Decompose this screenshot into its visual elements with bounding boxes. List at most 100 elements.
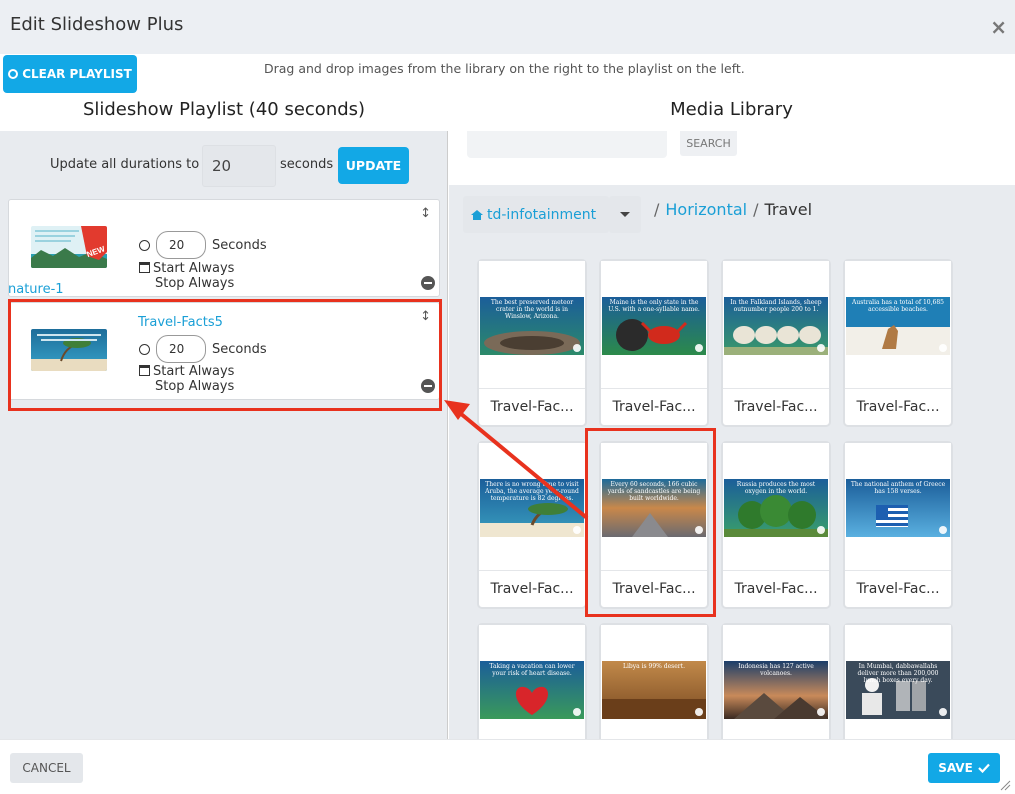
media-card[interactable]: The best preserved meteor crater in the … bbox=[477, 259, 587, 427]
search-input[interactable] bbox=[467, 131, 667, 158]
card-caption: Russia produces the most oxygen in the w… bbox=[736, 481, 816, 495]
clear-playlist-label: CLEAR PLAYLIST bbox=[22, 67, 132, 81]
schedule-text: Start Always Stop Always bbox=[139, 261, 234, 291]
library-heading: Media Library bbox=[670, 99, 793, 120]
clear-playlist-button[interactable]: CLEAR PLAYLIST bbox=[3, 55, 137, 93]
breadcrumb-separator: / bbox=[654, 200, 660, 219]
media-card[interactable]: Maine is the only state in the U.S. with… bbox=[599, 259, 709, 427]
start-label[interactable]: Start Always bbox=[153, 261, 234, 276]
media-card[interactable]: In the Falkland Islands, sheep outnumber… bbox=[721, 259, 831, 427]
media-thumbnail: There is no wrong time to visit Aruba, t… bbox=[480, 479, 584, 537]
breadcrumb-separator: / bbox=[753, 200, 759, 219]
dialog-footer: CANCEL SAVE bbox=[0, 739, 1015, 794]
stop-label[interactable]: Stop Always bbox=[155, 276, 234, 291]
seconds-label: seconds bbox=[280, 157, 334, 172]
media-card[interactable]: There is no wrong time to visit Aruba, t… bbox=[477, 441, 587, 609]
highlight-box-playlist-item bbox=[8, 299, 442, 411]
calendar-icon bbox=[139, 262, 150, 273]
drag-handle-icon[interactable]: ↕ bbox=[420, 206, 431, 221]
media-card[interactable]: Russia produces the most oxygen in the w… bbox=[721, 441, 831, 609]
duration-row: 20 Seconds bbox=[139, 231, 267, 259]
save-label: SAVE bbox=[938, 761, 973, 775]
card-caption: Indonesia has 127 active volcanoes. bbox=[738, 663, 814, 677]
playlist-heading: Slideshow Playlist (40 seconds) bbox=[82, 99, 366, 120]
home-icon bbox=[471, 209, 483, 220]
media-thumbnail: Taking a vacation can lower your risk of… bbox=[480, 661, 584, 719]
media-thumbnail: In the Falkland Islands, sheep outnumber… bbox=[724, 297, 828, 355]
brand-logo-icon bbox=[695, 708, 703, 716]
media-thumbnail: Libya is 99% desert. bbox=[602, 661, 706, 719]
library-grid-area: The best preserved meteor crater in the … bbox=[449, 251, 1015, 739]
media-thumbnail: In Mumbai, dabbawallahs deliver more tha… bbox=[846, 661, 950, 719]
folder-name: td-infotainment bbox=[487, 206, 597, 223]
card-caption: In Mumbai, dabbawallahs deliver more tha… bbox=[857, 663, 939, 684]
media-card[interactable]: Libya is 99% desert. bbox=[599, 623, 709, 739]
card-label: Travel-Fac... bbox=[856, 581, 940, 597]
card-caption: Australia has a total of 10,685 accessib… bbox=[852, 299, 944, 313]
card-caption: The national anthem of Greece has 158 ve… bbox=[850, 481, 946, 495]
close-icon[interactable]: × bbox=[990, 15, 1007, 39]
media-card[interactable]: Taking a vacation can lower your risk of… bbox=[477, 623, 587, 739]
media-thumbnail: The national anthem of Greece has 158 ve… bbox=[846, 479, 950, 537]
card-caption: Taking a vacation can lower your risk of… bbox=[489, 663, 575, 677]
playlist-item[interactable]: NEW nature-1 20 Seconds Start Always Sto… bbox=[8, 199, 440, 297]
highlight-box-library-card bbox=[585, 428, 716, 617]
card-caption: Maine is the only state in the U.S. with… bbox=[608, 299, 700, 313]
duration-unit: Seconds bbox=[212, 237, 267, 253]
chevron-down-icon bbox=[620, 212, 630, 217]
remove-icon[interactable] bbox=[421, 276, 435, 290]
brand-logo-icon bbox=[817, 344, 825, 352]
circle-icon bbox=[8, 69, 19, 79]
media-library-panel: SEARCH td-infotainment / Horizontal / Tr… bbox=[449, 131, 1015, 739]
playlist-panel: Update all durations to 20 seconds UPDAT… bbox=[0, 131, 448, 739]
media-card[interactable]: Australia has a total of 10,685 accessib… bbox=[843, 259, 953, 427]
library-toolbar: td-infotainment / Horizontal / Travel bbox=[449, 185, 1015, 251]
clock-icon bbox=[139, 239, 150, 251]
card-caption: The best preserved meteor crater in the … bbox=[490, 299, 574, 320]
brand-logo-icon bbox=[573, 526, 581, 534]
update-all-duration-input[interactable]: 20 bbox=[202, 145, 276, 187]
folder-dropdown-toggle[interactable] bbox=[609, 196, 641, 233]
card-caption: In the Falkland Islands, sheep outnumber… bbox=[730, 299, 822, 313]
save-button[interactable]: SAVE bbox=[928, 753, 1000, 783]
resize-grip-icon[interactable] bbox=[999, 779, 1011, 791]
brand-logo-icon bbox=[817, 526, 825, 534]
media-thumbnail: Australia has a total of 10,685 accessib… bbox=[846, 297, 950, 355]
brand-logo-icon bbox=[573, 708, 581, 716]
media-card[interactable]: The national anthem of Greece has 158 ve… bbox=[843, 441, 953, 609]
card-label: Travel-Fac... bbox=[856, 399, 940, 415]
media-thumbnail: Russia produces the most oxygen in the w… bbox=[724, 479, 828, 537]
media-thumbnail: Indonesia has 127 active volcanoes. bbox=[724, 661, 828, 719]
breadcrumb-horizontal[interactable]: Horizontal bbox=[665, 200, 747, 219]
breadcrumb: / Horizontal / Travel bbox=[654, 200, 812, 219]
card-label: Travel-Fac... bbox=[612, 399, 696, 415]
duration-input[interactable]: 20 bbox=[156, 231, 206, 259]
cancel-button[interactable]: CANCEL bbox=[10, 753, 83, 783]
brand-logo-icon bbox=[939, 708, 947, 716]
media-card[interactable]: In Mumbai, dabbawallahs deliver more tha… bbox=[843, 623, 953, 739]
checkmark-icon bbox=[978, 763, 990, 773]
media-thumbnail: Maine is the only state in the U.S. with… bbox=[602, 297, 706, 355]
search-button[interactable]: SEARCH bbox=[680, 131, 737, 156]
brand-logo-icon bbox=[695, 344, 703, 352]
folder-button[interactable]: td-infotainment bbox=[463, 196, 609, 233]
card-caption: There is no wrong time to visit Aruba, t… bbox=[485, 481, 579, 502]
card-label: Travel-Fac... bbox=[490, 581, 574, 597]
nature-thumbnail: NEW bbox=[31, 226, 107, 268]
media-thumbnail: The best preserved meteor crater in the … bbox=[480, 297, 584, 355]
brand-logo-icon bbox=[817, 708, 825, 716]
brand-logo-icon bbox=[573, 344, 581, 352]
brand-logo-icon bbox=[939, 526, 947, 534]
dialog-title: Edit Slideshow Plus bbox=[10, 14, 184, 35]
dialog-title-bar: Edit Slideshow Plus × bbox=[0, 0, 1015, 54]
card-label: Travel-Fac... bbox=[734, 399, 818, 415]
update-button[interactable]: UPDATE bbox=[338, 147, 409, 184]
card-caption: Libya is 99% desert. bbox=[623, 663, 685, 670]
card-label: Travel-Fac... bbox=[490, 399, 574, 415]
playlist-item-name[interactable]: nature-1 bbox=[8, 282, 64, 297]
card-label: Travel-Fac... bbox=[734, 581, 818, 597]
brand-logo-icon bbox=[939, 344, 947, 352]
breadcrumb-travel: Travel bbox=[764, 200, 813, 219]
media-card[interactable]: Indonesia has 127 active volcanoes. bbox=[721, 623, 831, 739]
instructions-text: Drag and drop images from the library on… bbox=[264, 61, 745, 76]
